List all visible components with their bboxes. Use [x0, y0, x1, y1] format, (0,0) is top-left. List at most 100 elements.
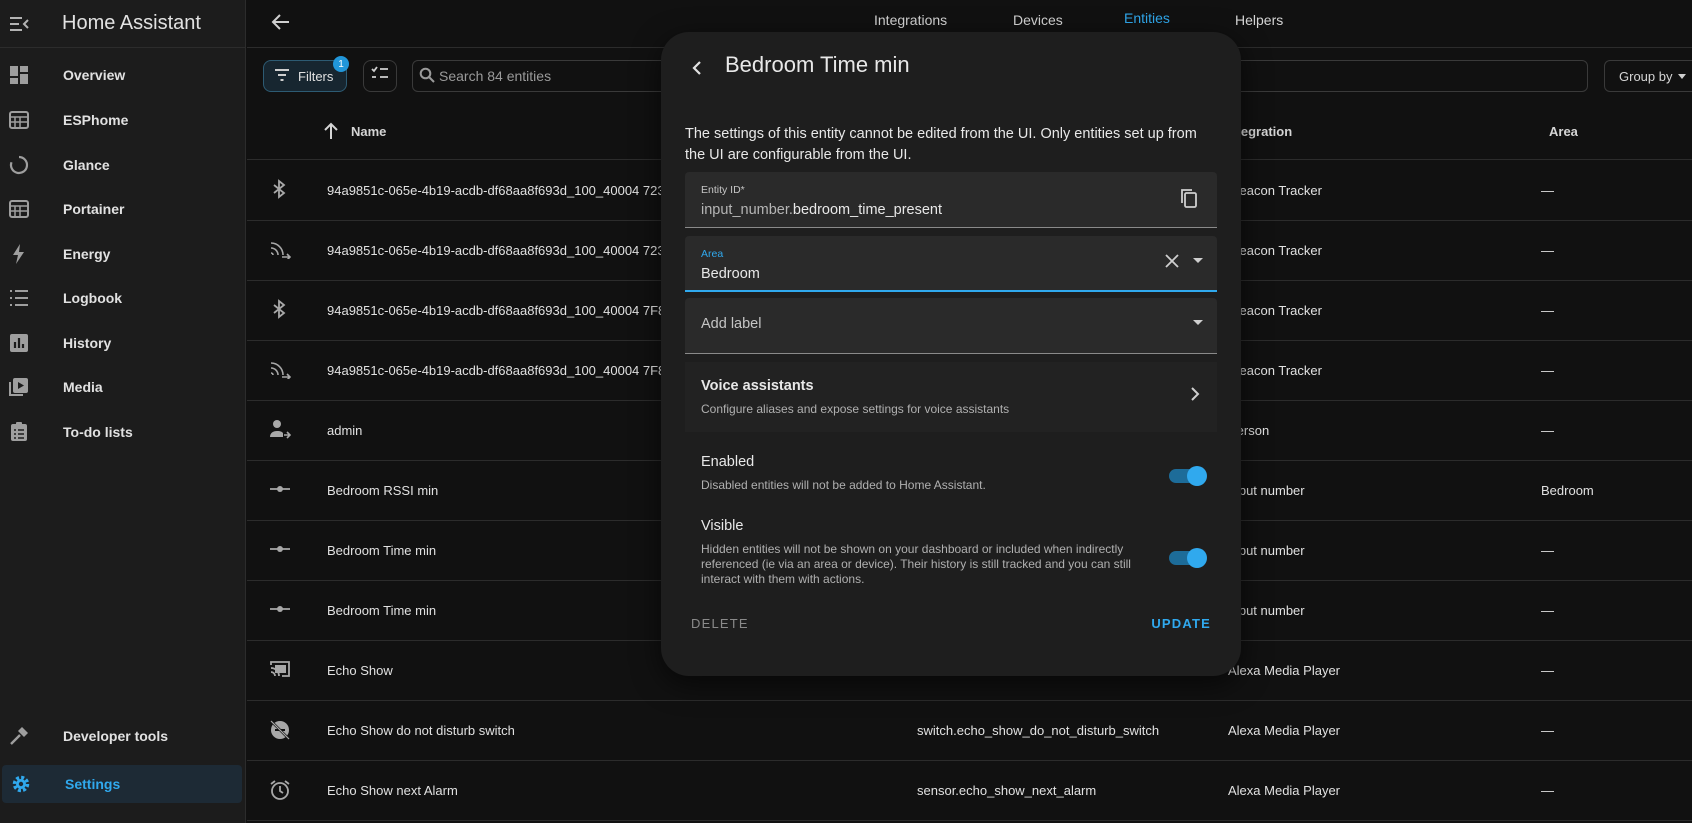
- sidebar-item-overview[interactable]: Overview: [0, 56, 240, 94]
- enabled-toggle[interactable]: [1169, 466, 1207, 486]
- tab-entities[interactable]: Entities: [1124, 10, 1170, 26]
- group-by-button[interactable]: Group by: [1604, 60, 1692, 92]
- entity-id-field[interactable]: Entity ID* input_number.bedroom_time_pre…: [685, 172, 1217, 228]
- clipboard-list-icon: [8, 421, 30, 443]
- sidebar-item-history[interactable]: History: [0, 324, 240, 362]
- area-input[interactable]: Bedroom: [701, 266, 760, 282]
- entity-integration: iBeacon Tracker: [1228, 183, 1322, 198]
- bluetooth-icon: [269, 179, 293, 203]
- entity-integration: Alexa Media Player: [1228, 723, 1340, 738]
- filters-count-badge: 1: [333, 56, 349, 72]
- dialog-note: The settings of this entity cannot be ed…: [685, 126, 1197, 163]
- sidebar-item-label: Overview: [63, 67, 126, 83]
- lightning-icon: [8, 243, 30, 265]
- entity-area: —: [1541, 543, 1554, 558]
- sidebar-item-settings[interactable]: Settings: [2, 765, 242, 803]
- selection-mode-button[interactable]: [363, 60, 397, 92]
- entity-name: admin: [327, 423, 363, 438]
- entity-id-label: Entity ID*: [701, 184, 745, 196]
- entity-area: —: [1541, 723, 1554, 738]
- sidebar-item-esphome[interactable]: ESPhome: [0, 101, 240, 139]
- entity-area: —: [1541, 603, 1554, 618]
- column-header-area[interactable]: Area: [1549, 124, 1578, 139]
- tab-integrations[interactable]: Integrations: [874, 12, 947, 28]
- ray-vertex-icon: [269, 599, 293, 623]
- sidebar-item-todo[interactable]: To-do lists: [0, 413, 240, 451]
- enabled-title: Enabled: [701, 454, 755, 470]
- filter-icon: [274, 68, 290, 84]
- area-label: Area: [701, 248, 724, 260]
- gear-icon: [10, 773, 32, 795]
- entity-name: Bedroom Time min: [327, 543, 437, 558]
- column-header-name[interactable]: Name: [351, 124, 386, 139]
- sidebar-item-glance[interactable]: Glance: [0, 146, 240, 184]
- checklist-icon: [371, 65, 389, 87]
- menu-collapse-icon[interactable]: [8, 13, 30, 35]
- list-icon: [8, 287, 30, 309]
- sidebar-item-developer-tools[interactable]: Developer tools: [0, 717, 240, 755]
- filters-label: Filters: [298, 68, 334, 84]
- sidebar-item-label: To-do lists: [63, 424, 133, 440]
- table-row[interactable]: Echo Show next Alarm sensor.echo_show_nex…: [247, 761, 1692, 821]
- entity-name: Bedroom RSSI min: [327, 483, 439, 498]
- entity-id-prefix: input_number.: [701, 202, 793, 218]
- add-label-placeholder: Add label: [701, 316, 762, 332]
- visible-title: Visible: [701, 518, 744, 534]
- search-input[interactable]: Search 84 entities: [439, 68, 551, 84]
- area-field[interactable]: Area Bedroom: [685, 236, 1217, 292]
- caret-down-icon: [1678, 73, 1687, 79]
- entity-name: Bedroom Time min: [327, 603, 437, 618]
- entity-integration: iBeacon Tracker: [1228, 303, 1322, 318]
- voice-assistants-title: Voice assistants: [701, 378, 814, 394]
- voice-assistants-row[interactable]: Voice assistants Configure aliases and e…: [685, 362, 1217, 432]
- minus-circle-off-icon: [269, 719, 293, 743]
- sidebar-item-media[interactable]: Media: [0, 368, 240, 406]
- sidebar-item-label: Portainer: [63, 201, 125, 217]
- add-label-field[interactable]: Add label: [685, 298, 1217, 354]
- close-icon[interactable]: [1165, 254, 1179, 273]
- entity-name: Echo Show: [327, 663, 393, 678]
- entity-area: —: [1541, 363, 1554, 378]
- table-row[interactable]: Echo Show do not disturb switch switch.ec…: [247, 701, 1692, 761]
- sidebar-item-label: Settings: [65, 776, 121, 792]
- visible-subtitle: Hidden entities will not be shown on you…: [701, 542, 1131, 586]
- visible-toggle[interactable]: [1169, 548, 1207, 568]
- back-arrow-icon[interactable]: [271, 12, 295, 36]
- entity-id-input[interactable]: bedroom_time_present: [793, 202, 942, 218]
- chevron-right-icon: [1189, 386, 1201, 407]
- entity-integration: Alexa Media Player: [1228, 783, 1340, 798]
- sort-ascending-icon[interactable]: [323, 122, 339, 143]
- signal-distance-icon: [269, 239, 293, 263]
- entity-name: Echo Show next Alarm: [327, 783, 458, 798]
- sidebar-item-label: Media: [63, 379, 103, 395]
- sidebar-item-energy[interactable]: Energy: [0, 235, 240, 273]
- entity-id-value[interactable]: input_number.bedroom_time_present: [701, 202, 942, 218]
- entity-integration: iBeacon Tracker: [1228, 243, 1322, 258]
- entity-name: 94a9851c-065e-4b19-acdb-df68aa8f693d_100…: [327, 183, 674, 198]
- entity-area: —: [1541, 663, 1554, 678]
- entity-area: Bedroom: [1541, 483, 1594, 498]
- sidebar-item-label: ESPhome: [63, 112, 129, 128]
- chart-box-icon: [8, 332, 30, 354]
- tab-devices[interactable]: Devices: [1013, 12, 1063, 28]
- dashboard-icon: [8, 64, 30, 86]
- entity-name: 94a9851c-065e-4b19-acdb-df68aa8f693d_100…: [327, 303, 675, 318]
- chevron-down-icon[interactable]: [1193, 320, 1203, 325]
- update-button[interactable]: UPDATE: [1151, 616, 1211, 631]
- sidebar-item-label: History: [63, 335, 112, 351]
- bluetooth-icon: [269, 299, 293, 323]
- back-chevron-icon[interactable]: [685, 56, 709, 80]
- sidebar-item-label: Developer tools: [63, 728, 169, 744]
- ray-vertex-icon: [269, 479, 293, 503]
- tab-helpers[interactable]: Helpers: [1235, 12, 1283, 28]
- circle-loading-icon: [8, 154, 30, 176]
- delete-button[interactable]: DELETE: [691, 616, 749, 631]
- ray-vertex-icon: [269, 539, 293, 563]
- entity-area: —: [1541, 243, 1554, 258]
- sidebar-item-label: Logbook: [63, 290, 123, 306]
- sidebar-item-logbook[interactable]: Logbook: [0, 279, 240, 317]
- copy-icon[interactable]: [1179, 188, 1201, 210]
- cast-icon: [269, 659, 293, 683]
- chevron-down-icon[interactable]: [1193, 258, 1203, 263]
- sidebar-item-portainer[interactable]: Portainer: [0, 190, 240, 228]
